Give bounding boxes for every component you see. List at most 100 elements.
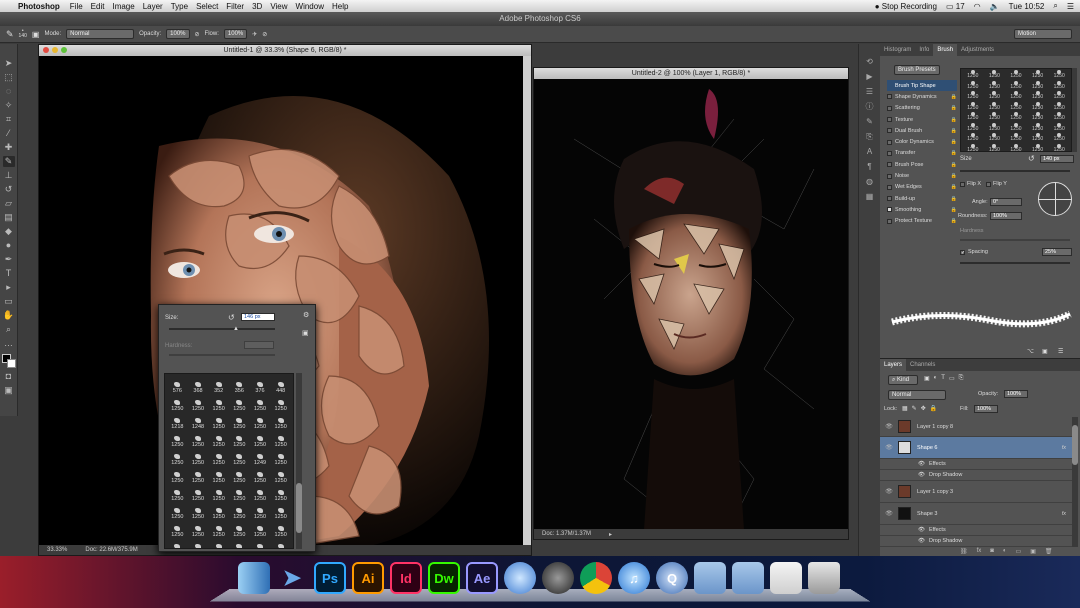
menu-window[interactable]: Window [296,2,324,11]
lock-icon[interactable]: 🔒 [951,196,957,202]
tab-adjustments[interactable]: Adjustments [957,44,998,56]
brush-tip-item[interactable]: 1250 [984,133,1006,144]
menu-image[interactable]: Image [112,2,134,11]
visibility-eye-icon[interactable]: 👁 [880,444,898,451]
link-layers-icon[interactable]: ⛓ [960,548,968,555]
brush-preset-item[interactable]: 1250 [250,484,271,502]
new-group-icon[interactable]: ▭ [1016,548,1022,555]
brush-setting-checkbox[interactable] [887,173,892,179]
menu-file[interactable]: File [70,2,83,11]
brush-tip-item[interactable]: 1250 [1027,70,1049,81]
workspace-select[interactable]: Motion [1014,29,1072,39]
brush-preset-item[interactable]: 1250 [250,502,271,520]
clone-source-icon[interactable]: ⎘ [864,131,876,143]
tab-info[interactable]: Info [915,44,933,56]
roundness-field[interactable]: 100% [990,212,1022,220]
brush-preset-item[interactable]: 1250 [208,448,229,466]
filter-pixel-icon[interactable]: ▣ [924,375,930,382]
layer-effects-row[interactable]: 👁 Effects [880,459,1072,470]
brush-preset-item[interactable]: 1250 [208,394,229,412]
new-layer-icon[interactable]: ▣ [1030,548,1036,555]
brush-preset-item[interactable]: 1250 [229,484,250,502]
photoshop-icon[interactable]: Ps [314,562,346,594]
brush-tip-item[interactable]: 1250 [1005,143,1027,151]
brush-tip-item[interactable]: 1250 [1048,112,1070,123]
picker-hardness-field[interactable] [244,341,274,349]
lock-transparent-icon[interactable]: ▦ [902,405,908,412]
brush-tip-item[interactable]: 1250 [1027,143,1049,151]
reset-tip-size-icon[interactable]: ↺ [1028,154,1035,163]
brush-preset-item[interactable]: 1218 [167,412,188,430]
type-tool-icon[interactable]: T [3,268,15,279]
stop-recording-button[interactable]: ● Stop Recording [875,2,937,11]
document-size[interactable]: Doc: 22.6M/375.9M [85,547,137,553]
brush-preset-item[interactable]: 1250 [229,520,250,538]
lock-icon[interactable]: 🔒 [951,173,957,179]
brush-tip-item[interactable]: 1250 [962,143,984,151]
angle-field[interactable]: 0° [990,198,1022,206]
quicktime-icon[interactable]: Q [656,562,688,594]
brush-tip-item[interactable]: 1250 [1005,112,1027,123]
brush-preset-item[interactable]: 1248 [188,412,209,430]
brush-preset-item[interactable]: 1250 [208,484,229,502]
drop-shadow-row[interactable]: 👁 Drop Shadow [880,536,1072,547]
drop-shadow-eye-icon[interactable]: 👁 [918,472,925,478]
menu-filter[interactable]: Filter [226,2,244,11]
lock-icon[interactable]: 🔒 [951,139,957,145]
clock[interactable]: Tue 10:52 [1009,2,1045,11]
lock-icon[interactable]: 🔒 [951,150,957,156]
brush-preset-item[interactable]: 1250 [229,394,250,412]
healing-tool-icon[interactable]: ✚ [3,142,15,153]
menu-edit[interactable]: Edit [91,2,105,11]
cinema4d-icon[interactable] [542,562,574,594]
brush-preset-item[interactable]: 1250 [270,484,291,502]
brush-tip-item[interactable]: 1250 [1005,80,1027,92]
brush-tip-item[interactable]: 1250 [984,80,1006,92]
history-icon[interactable]: ⟲ [864,56,876,68]
brush-tip-item[interactable]: 1250 [1048,101,1070,113]
brush-tip-item[interactable]: 1250 [962,80,984,92]
presets-scrollbar[interactable] [296,373,302,549]
brush-preset-item[interactable]: 1250 [250,394,271,412]
brush-preset-item[interactable]: 1250 [167,520,188,538]
brush-preset-item[interactable]: 1250 [250,538,271,548]
brush-tip-item[interactable]: 1250 [1048,122,1070,134]
document-1-titlebar[interactable]: Untitled-1 @ 33.3% (Shape 6, RGB/8) * [39,45,531,56]
brush-preset-item[interactable]: 1250 [270,466,291,484]
lock-icon[interactable]: 🔒 [951,218,957,224]
document-2-size[interactable]: Doc: 1.37M/1.37M [542,531,591,537]
tab-histogram[interactable]: Histogram [880,44,915,56]
spotlight-icon[interactable]: ⌕ [1053,1,1057,11]
volume-icon[interactable]: 🔈 [990,2,1000,11]
brush-preset-item[interactable]: 1250 [208,412,229,430]
brush-tip-item[interactable]: 1250 [984,70,1006,81]
layer-effects-badge[interactable]: fx [1062,511,1066,517]
brush-preset-item[interactable]: 1250 [208,520,229,538]
brush-preset-item[interactable]: 1250 [270,538,291,548]
layer-row-layer-1-copy-3[interactable]: 👁 Layer 1 copy 3 [880,481,1072,503]
layer-row-layer-1-copy-8[interactable]: 👁 Layer 1 copy 8 [880,417,1072,437]
blur-tool-icon[interactable]: ◆ [3,226,15,237]
more-tools-icon[interactable]: … [3,338,15,349]
flip-y-checkbox[interactable] [986,182,991,187]
brush-preset-item[interactable]: 1250 [208,538,229,548]
brush-setting-checkbox[interactable] [887,196,892,202]
blend-mode-select[interactable]: Normal [888,390,946,400]
brush-preset-item[interactable]: 1250 [188,466,209,484]
status-arrow-icon[interactable]: ▸ [609,531,612,538]
lock-icon[interactable]: 🔒 [951,128,957,134]
brush-setting-brush-pose[interactable]: Brush Pose 🔒 [887,159,957,170]
properties-icon[interactable]: ☰ [864,86,876,98]
brush-setting-wet-edges[interactable]: Wet Edges 🔒 [887,182,957,193]
visibility-eye-icon[interactable]: 👁 [880,488,898,495]
brush-preset-item[interactable]: 1250 [167,394,188,412]
brush-tip-item[interactable]: 1250 [962,122,984,134]
brush-preset-item[interactable]: 1250 [208,502,229,520]
brush-preset-item[interactable]: 1250 [270,448,291,466]
illustrator-icon[interactable]: Ai [352,562,384,594]
brush-setting-checkbox[interactable] [887,105,892,111]
mode-select[interactable]: Normal [66,29,135,39]
brush-preset-item[interactable]: 1250 [229,502,250,520]
info-icon[interactable]: ⓘ [864,101,876,113]
pen-tool-icon[interactable]: ✒ [3,254,15,265]
